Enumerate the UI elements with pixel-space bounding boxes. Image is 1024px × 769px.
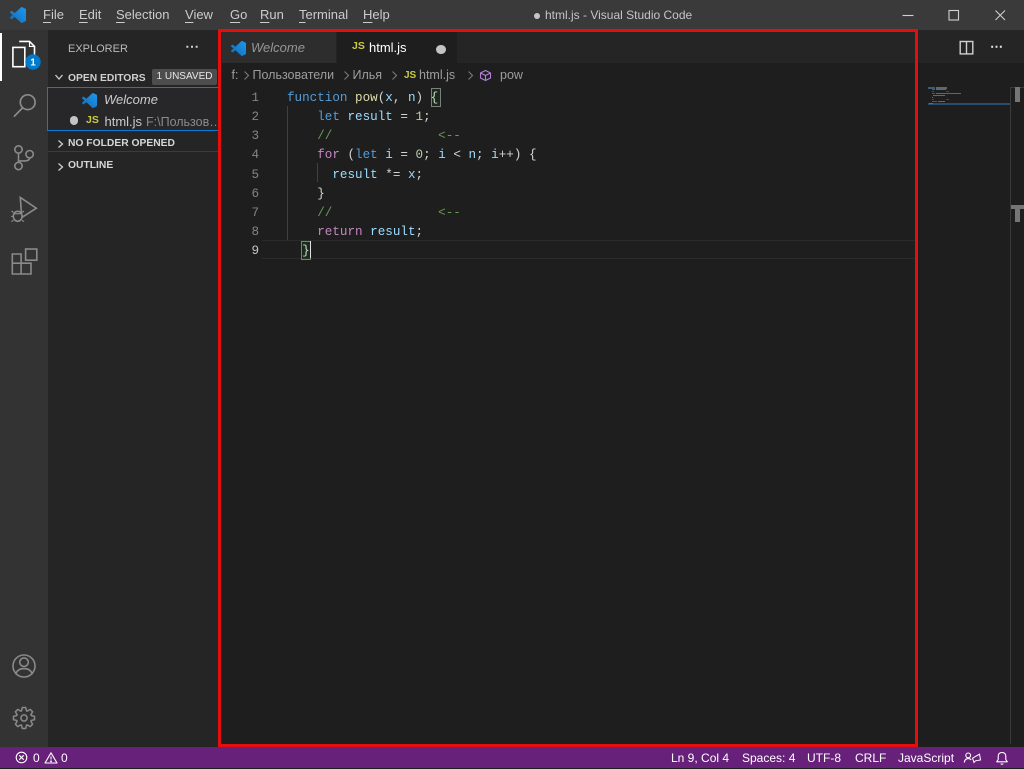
svg-text:1: 1	[30, 58, 36, 69]
